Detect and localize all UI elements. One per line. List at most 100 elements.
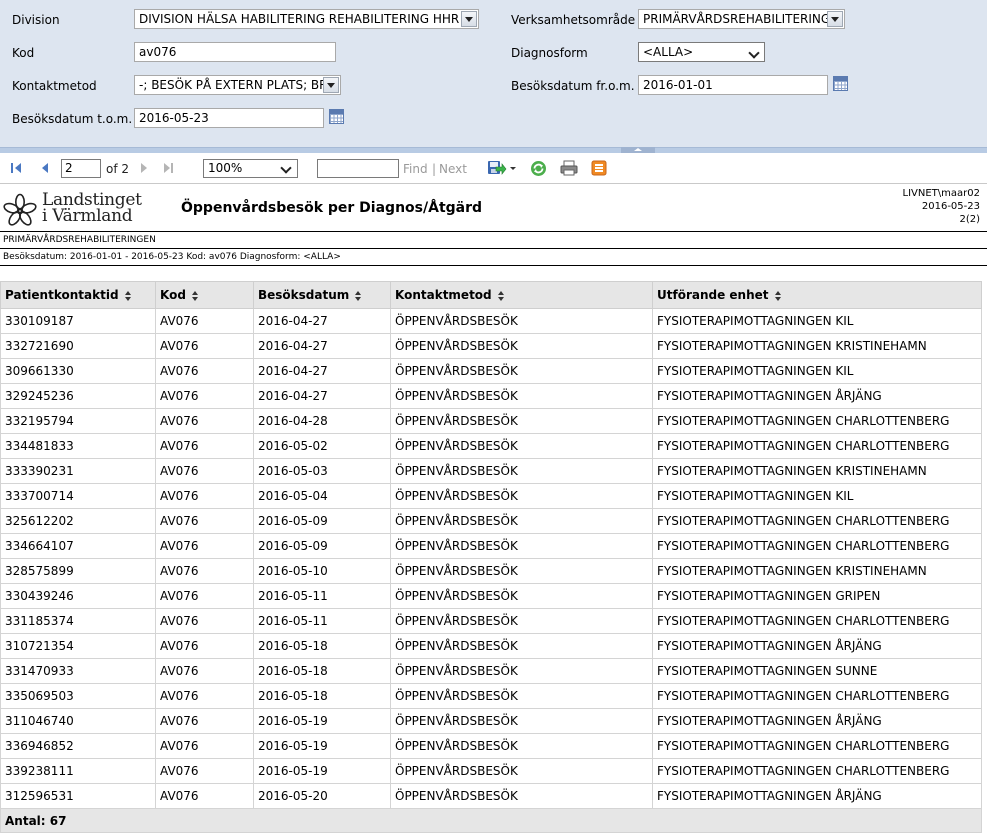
cell-utforande-enhet: FYSIOTERAPIMOTTAGNINGEN KRISTINEHAMN	[652, 458, 982, 484]
page-number-input[interactable]: 2	[61, 159, 101, 178]
last-page-icon[interactable]	[164, 162, 176, 174]
table-row: 332195794 AV076 2016-04-28 ÖPPENVÅRDSBESÖK F…	[0, 408, 982, 434]
tom-date-input[interactable]: 2016-05-23	[134, 108, 324, 128]
column-header-utforande-enhet[interactable]: Utförande enhet	[652, 281, 982, 309]
next-link[interactable]: Next	[439, 162, 467, 176]
diagnosform-select[interactable]: <ALLA>	[638, 42, 765, 62]
cell-utforande-enhet: FYSIOTERAPIMOTTAGNINGEN ÅRJÄNG	[652, 383, 982, 409]
cell-kod: AV076	[155, 733, 254, 759]
column-header-patientkontaktid[interactable]: Patientkontaktid	[0, 281, 156, 309]
chevron-down-icon[interactable]	[323, 77, 339, 93]
cell-kod: AV076	[155, 433, 254, 459]
table-row: 311046740 AV076 2016-05-19 ÖPPENVÅRDSBESÖK F…	[0, 708, 982, 734]
cell-kontaktmetod: ÖPPENVÅRDSBESÖK	[390, 408, 653, 434]
sort-icon[interactable]	[497, 290, 505, 301]
cell-utforande-enhet: FYSIOTERAPIMOTTAGNINGEN CHARLOTTENBERG	[652, 758, 982, 784]
filter-divider	[0, 265, 987, 266]
cell-patientkontaktid: 334664107	[0, 533, 156, 559]
data-feed-icon[interactable]	[591, 160, 607, 179]
cell-patientkontaktid: 336946852	[0, 733, 156, 759]
cell-utforande-enhet: FYSIOTERAPIMOTTAGNINGEN ÅRJÄNG	[652, 708, 982, 734]
export-icon[interactable]	[487, 160, 519, 179]
find-link[interactable]: Find	[403, 162, 428, 176]
kontaktmetod-select[interactable]: -; BESÖK PÅ EXTERN PLATS; BREV	[134, 75, 341, 95]
table-row: 328575899 AV076 2016-05-10 ÖPPENVÅRDSBESÖK F…	[0, 558, 982, 584]
from-date-input[interactable]: 2016-01-01	[638, 75, 828, 95]
cell-kontaktmetod: ÖPPENVÅRDSBESÖK	[390, 708, 653, 734]
cell-utforande-enhet: FYSIOTERAPIMOTTAGNINGEN ÅRJÄNG	[652, 633, 982, 659]
filter-line: Besöksdatum: 2016-01-01 - 2016-05-23 Kod…	[3, 252, 341, 262]
print-icon[interactable]	[560, 160, 578, 179]
cell-patientkontaktid: 333390231	[0, 458, 156, 484]
cell-besoksdatum: 2016-05-19	[253, 733, 391, 759]
cell-kod: AV076	[155, 308, 254, 334]
cell-kod: AV076	[155, 458, 254, 484]
sort-icon[interactable]	[124, 290, 132, 301]
chevron-down-icon[interactable]	[461, 11, 477, 27]
cell-utforande-enhet: FYSIOTERAPIMOTTAGNINGEN GRIPEN	[652, 583, 982, 609]
cell-besoksdatum: 2016-04-28	[253, 408, 391, 434]
cell-kontaktmetod: ÖPPENVÅRDSBESÖK	[390, 358, 653, 384]
column-header-besoksdatum[interactable]: Besöksdatum	[253, 281, 391, 309]
cell-besoksdatum: 2016-04-27	[253, 308, 391, 334]
cell-utforande-enhet: FYSIOTERAPIMOTTAGNINGEN KIL	[652, 308, 982, 334]
cell-besoksdatum: 2016-04-27	[253, 333, 391, 359]
cell-kod: AV076	[155, 658, 254, 684]
cell-besoksdatum: 2016-05-11	[253, 583, 391, 609]
refresh-icon[interactable]	[530, 160, 547, 180]
cell-utforande-enhet: FYSIOTERAPIMOTTAGNINGEN CHARLOTTENBERG	[652, 733, 982, 759]
column-header-kontaktmetod[interactable]: Kontaktmetod	[390, 281, 653, 309]
cell-besoksdatum: 2016-05-10	[253, 558, 391, 584]
total-count: Antal: 67	[0, 808, 982, 833]
cell-besoksdatum: 2016-05-18	[253, 658, 391, 684]
verksamhet-select[interactable]: PRIMÄRVÅRDSREHABILITERINGEN	[638, 9, 845, 29]
table-row: 339238111 AV076 2016-05-19 ÖPPENVÅRDSBESÖK F…	[0, 758, 982, 784]
sort-icon[interactable]	[774, 290, 782, 301]
header-divider	[0, 231, 987, 232]
report-subtitle: PRIMÄRVÅRDSREHABILITERINGEN	[3, 235, 156, 245]
division-label: Division	[12, 13, 60, 27]
sort-icon[interactable]	[191, 290, 199, 301]
cell-kontaktmetod: ÖPPENVÅRDSBESÖK	[390, 508, 653, 534]
chevron-down-icon[interactable]	[827, 11, 843, 27]
cell-utforande-enhet: FYSIOTERAPIMOTTAGNINGEN ÅRJÄNG	[652, 783, 982, 809]
table-row: 334481833 AV076 2016-05-02 ÖPPENVÅRDSBESÖK F…	[0, 433, 982, 459]
cell-patientkontaktid: 310721354	[0, 633, 156, 659]
cell-kontaktmetod: ÖPPENVÅRDSBESÖK	[390, 608, 653, 634]
table-row: 309661330 AV076 2016-04-27 ÖPPENVÅRDSBESÖK F…	[0, 358, 982, 384]
column-header-kod[interactable]: Kod	[155, 281, 254, 309]
cell-kod: AV076	[155, 633, 254, 659]
table-row: 334664107 AV076 2016-05-09 ÖPPENVÅRDSBESÖK F…	[0, 533, 982, 559]
cell-patientkontaktid: 330439246	[0, 583, 156, 609]
calendar-icon[interactable]	[833, 76, 848, 91]
zoom-select[interactable]: 100%	[203, 159, 298, 178]
cell-kod: AV076	[155, 358, 254, 384]
cell-besoksdatum: 2016-05-03	[253, 458, 391, 484]
table-row: 325612202 AV076 2016-05-09 ÖPPENVÅRDSBESÖK F…	[0, 508, 982, 534]
table-row: 336946852 AV076 2016-05-19 ÖPPENVÅRDSBESÖK F…	[0, 733, 982, 759]
cell-patientkontaktid: 333700714	[0, 483, 156, 509]
prev-page-icon[interactable]	[40, 162, 52, 174]
first-page-icon[interactable]	[11, 162, 23, 174]
cell-besoksdatum: 2016-05-09	[253, 508, 391, 534]
table-row: 333700714 AV076 2016-05-04 ÖPPENVÅRDSBESÖK F…	[0, 483, 982, 509]
report-title: Öppenvårdsbesök per Diagnos/Åtgärd	[181, 200, 483, 216]
next-page-icon[interactable]	[139, 162, 151, 174]
logo-line-2: i Värmland	[42, 206, 133, 226]
cell-kod: AV076	[155, 383, 254, 409]
cell-kod: AV076	[155, 708, 254, 734]
report-user: LIVNET\maar02	[902, 188, 980, 199]
cell-kontaktmetod: ÖPPENVÅRDSBESÖK	[390, 558, 653, 584]
table-row: 331185374 AV076 2016-05-11 ÖPPENVÅRDSBESÖK F…	[0, 608, 982, 634]
cell-kod: AV076	[155, 783, 254, 809]
find-separator: |	[432, 162, 437, 176]
calendar-icon[interactable]	[329, 109, 344, 124]
verksamhet-label: Verksamhetsområde	[511, 13, 636, 27]
cell-kontaktmetod: ÖPPENVÅRDSBESÖK	[390, 758, 653, 784]
division-select[interactable]: DIVISION HÄLSA HABILITERING REHABILITERI…	[134, 9, 479, 29]
cell-kod: AV076	[155, 608, 254, 634]
kod-input[interactable]: av076	[134, 42, 336, 62]
sort-icon[interactable]	[355, 290, 362, 301]
find-input[interactable]	[317, 159, 399, 178]
cell-utforande-enhet: FYSIOTERAPIMOTTAGNINGEN KRISTINEHAMN	[652, 558, 982, 584]
